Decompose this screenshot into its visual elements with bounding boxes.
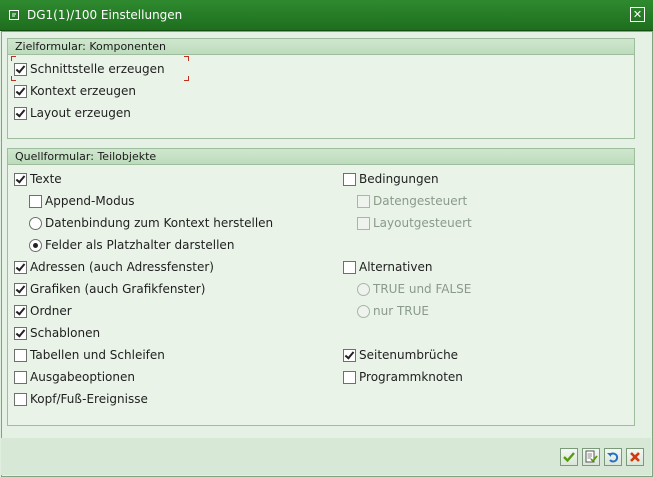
adressen-label: Adressen (auch Adressfenster) (30, 260, 214, 274)
layoutgesteuert-label: Layoutgesteuert (373, 216, 472, 230)
undo-button[interactable] (604, 448, 622, 466)
ordner-checkbox[interactable] (14, 304, 27, 318)
group-quellformular-title: Quellformular: Teilobjekte (8, 149, 634, 165)
grafiken-label: Grafiken (auch Grafikfenster) (30, 282, 206, 296)
check-icon (585, 450, 598, 463)
cancel-button[interactable] (626, 448, 644, 466)
texte-label: Texte (30, 172, 62, 186)
platzhalter-radio[interactable] (29, 238, 42, 252)
datenbindung-label: Datenbindung zum Kontext herstellen (45, 216, 274, 230)
kopf-fuss-label: Kopf/Fuß-Ereignisse (30, 392, 148, 406)
append-modus-label: Append-Modus (45, 194, 135, 208)
settings-window-icon (9, 10, 19, 20)
radio-row-nur-true: nur TRUE (357, 302, 429, 320)
checkbox-row-texte[interactable]: Texte (14, 170, 62, 188)
platzhalter-label: Felder als Platzhalter darstellen (45, 238, 235, 252)
group-zielformular-title: Zielformular: Komponenten (8, 39, 634, 55)
radio-row-platzhalter[interactable]: Felder als Platzhalter darstellen (29, 236, 234, 254)
window-titlebar: DG1(1)/100 Einstellungen ✕ (0, 0, 653, 31)
kontext-checkbox[interactable] (14, 84, 27, 98)
ausgabeoptionen-checkbox[interactable] (14, 370, 27, 384)
radio-row-true-false: TRUE und FALSE (357, 280, 471, 298)
true-false-radio (357, 282, 370, 296)
close-icon: ✕ (632, 8, 643, 21)
checkbox-row-ordner[interactable]: Ordner (14, 302, 72, 320)
grafiken-checkbox[interactable] (14, 282, 27, 296)
adressen-checkbox[interactable] (14, 260, 27, 274)
layoutgesteuert-checkbox (357, 216, 370, 230)
datengesteuert-checkbox (357, 194, 370, 208)
checkbox-row-datengesteuert: Datengesteuert (357, 192, 467, 210)
window-title: DG1(1)/100 Einstellungen (27, 8, 183, 22)
layout-checkbox[interactable] (14, 106, 27, 120)
checkbox-row-schnittstelle[interactable]: Schnittstelle erzeugen (14, 60, 165, 78)
checkbox-row-bedingungen[interactable]: Bedingungen (343, 170, 439, 188)
close-window-button[interactable]: ✕ (630, 7, 645, 22)
checkbox-row-programmknoten[interactable]: Programmknoten (343, 368, 463, 386)
ordner-label: Ordner (30, 304, 72, 318)
checkbox-row-kontext[interactable]: Kontext erzeugen (14, 82, 136, 100)
radio-row-datenbindung[interactable]: Datenbindung zum Kontext herstellen (29, 214, 273, 232)
tabellen-label: Tabellen und Schleifen (30, 348, 165, 362)
ausgabeoptionen-label: Ausgabeoptionen (30, 370, 135, 384)
kopf-fuss-checkbox[interactable] (14, 392, 27, 406)
append-modus-checkbox[interactable] (29, 194, 42, 208)
schnittstelle-checkbox[interactable] (14, 62, 27, 76)
confirm-button[interactable] (560, 448, 578, 466)
datengesteuert-label: Datengesteuert (373, 194, 468, 208)
seitenumbrueche-checkbox[interactable] (343, 348, 356, 362)
checkbox-row-layoutgesteuert: Layoutgesteuert (357, 214, 472, 232)
cancel-icon (630, 452, 640, 462)
datenbindung-radio[interactable] (29, 216, 42, 230)
kontext-label: Kontext erzeugen (30, 84, 136, 98)
checkbox-row-append-modus[interactable]: Append-Modus (29, 192, 135, 210)
checkbox-row-seitenumbrueche[interactable]: Seitenumbrüche (343, 346, 458, 364)
checkbox-row-alternativen[interactable]: Alternativen (343, 258, 432, 276)
checkbox-row-tabellen[interactable]: Tabellen und Schleifen (14, 346, 165, 364)
checkbox-row-kopf-fuss[interactable]: Kopf/Fuß-Ereignisse (14, 390, 148, 408)
schnittstelle-label: Schnittstelle erzeugen (30, 62, 165, 76)
bedingungen-label: Bedingungen (359, 172, 439, 186)
layout-label: Layout erzeugen (30, 106, 131, 120)
alternativen-checkbox[interactable] (343, 260, 356, 274)
checkbox-row-layout[interactable]: Layout erzeugen (14, 104, 131, 122)
alternativen-label: Alternativen (359, 260, 433, 274)
schablonen-label: Schablonen (30, 326, 101, 340)
check-button[interactable] (582, 448, 600, 466)
checkbox-row-schablonen[interactable]: Schablonen (14, 324, 100, 342)
undo-icon (607, 452, 619, 463)
programmknoten-checkbox[interactable] (343, 370, 356, 384)
schablonen-checkbox[interactable] (14, 326, 27, 340)
checkbox-row-ausgabeoptionen[interactable]: Ausgabeoptionen (14, 368, 135, 386)
confirm-icon (563, 452, 575, 463)
nur-true-label: nur TRUE (373, 304, 429, 318)
programmknoten-label: Programmknoten (359, 370, 463, 384)
true-false-label: TRUE und FALSE (373, 282, 472, 296)
tabellen-checkbox[interactable] (14, 348, 27, 362)
checkbox-row-adressen[interactable]: Adressen (auch Adressfenster) (14, 258, 214, 276)
dialog-footer (1, 438, 651, 475)
seitenumbrueche-label: Seitenumbrüche (359, 348, 459, 362)
nur-true-radio (357, 304, 370, 318)
texte-checkbox[interactable] (14, 172, 27, 186)
checkbox-row-grafiken[interactable]: Grafiken (auch Grafikfenster) (14, 280, 205, 298)
bedingungen-checkbox[interactable] (343, 172, 356, 186)
